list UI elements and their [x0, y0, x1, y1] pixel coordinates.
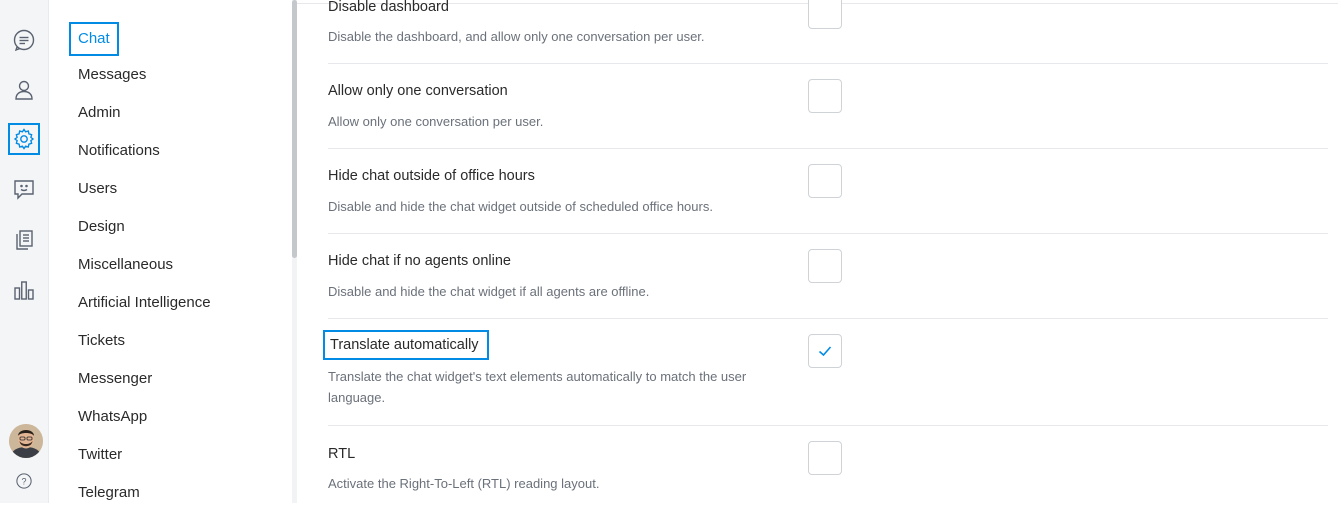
nav-scrollbar[interactable] — [292, 0, 297, 258]
setting-title: Hide chat if no agents online — [328, 253, 511, 269]
setting-description: Disable the dashboard, and allow only on… — [328, 29, 705, 44]
settings-nav: Chat Messages Admin Notifications Users … — [49, 0, 294, 503]
setting-checkbox[interactable] — [808, 79, 842, 113]
users-icon[interactable] — [8, 74, 40, 106]
help-icon[interactable]: ? — [8, 465, 40, 497]
setting-description: Disable and hide the chat widget if all … — [328, 284, 650, 299]
setting-checkbox[interactable] — [808, 249, 842, 283]
nav-item-artificial-intelligence[interactable]: Artificial Intelligence — [78, 291, 211, 315]
settings-icon[interactable] — [8, 123, 40, 155]
setting-title: Disable dashboard — [328, 0, 449, 15]
nav-item-messages[interactable]: Messages — [78, 63, 146, 87]
checkmark-icon — [818, 346, 832, 357]
setting-title: RTL — [328, 446, 356, 462]
setting-description: Allow only one conversation per user. — [328, 114, 544, 129]
setting-title: Hide chat outside of office hours — [328, 168, 535, 184]
divider — [328, 233, 1328, 234]
nav-item-chat[interactable]: Chat — [69, 22, 119, 56]
nav-item-whatsapp[interactable]: WhatsApp — [78, 405, 147, 429]
nav-item-notifications[interactable]: Notifications — [78, 139, 160, 163]
divider — [328, 63, 1328, 64]
conversations-icon[interactable] — [8, 24, 40, 56]
divider — [328, 425, 1328, 426]
divider — [328, 148, 1328, 149]
icon-rail: ? — [0, 0, 49, 503]
nav-item-miscellaneous[interactable]: Miscellaneous — [78, 253, 173, 277]
divider — [328, 318, 1328, 319]
avatar[interactable] — [9, 424, 43, 458]
setting-title: Translate automatically — [323, 330, 489, 360]
setting-checkbox[interactable] — [808, 0, 842, 29]
setting-description: Translate the chat widget's text element… — [328, 369, 747, 405]
nav-item-messenger[interactable]: Messenger — [78, 367, 152, 391]
nav-item-users[interactable]: Users — [78, 177, 117, 201]
setting-checkbox-checked[interactable] — [808, 334, 842, 368]
reports-icon[interactable] — [8, 274, 40, 306]
nav-item-tickets[interactable]: Tickets — [78, 329, 125, 353]
nav-item-admin[interactable]: Admin — [78, 101, 121, 125]
setting-checkbox[interactable] — [808, 164, 842, 198]
nav-item-twitter[interactable]: Twitter — [78, 443, 122, 467]
nav-item-design[interactable]: Design — [78, 215, 125, 239]
svg-text:?: ? — [21, 476, 26, 486]
setting-title: Allow only one conversation — [328, 83, 508, 99]
nav-item-telegram[interactable]: Telegram — [78, 481, 140, 505]
chatbot-icon[interactable] — [8, 173, 40, 205]
setting-checkbox[interactable] — [808, 441, 842, 475]
setting-description: Activate the Right-To-Left (RTL) reading… — [328, 476, 600, 491]
articles-icon[interactable] — [8, 224, 40, 256]
setting-description: Disable and hide the chat widget outside… — [328, 199, 713, 214]
